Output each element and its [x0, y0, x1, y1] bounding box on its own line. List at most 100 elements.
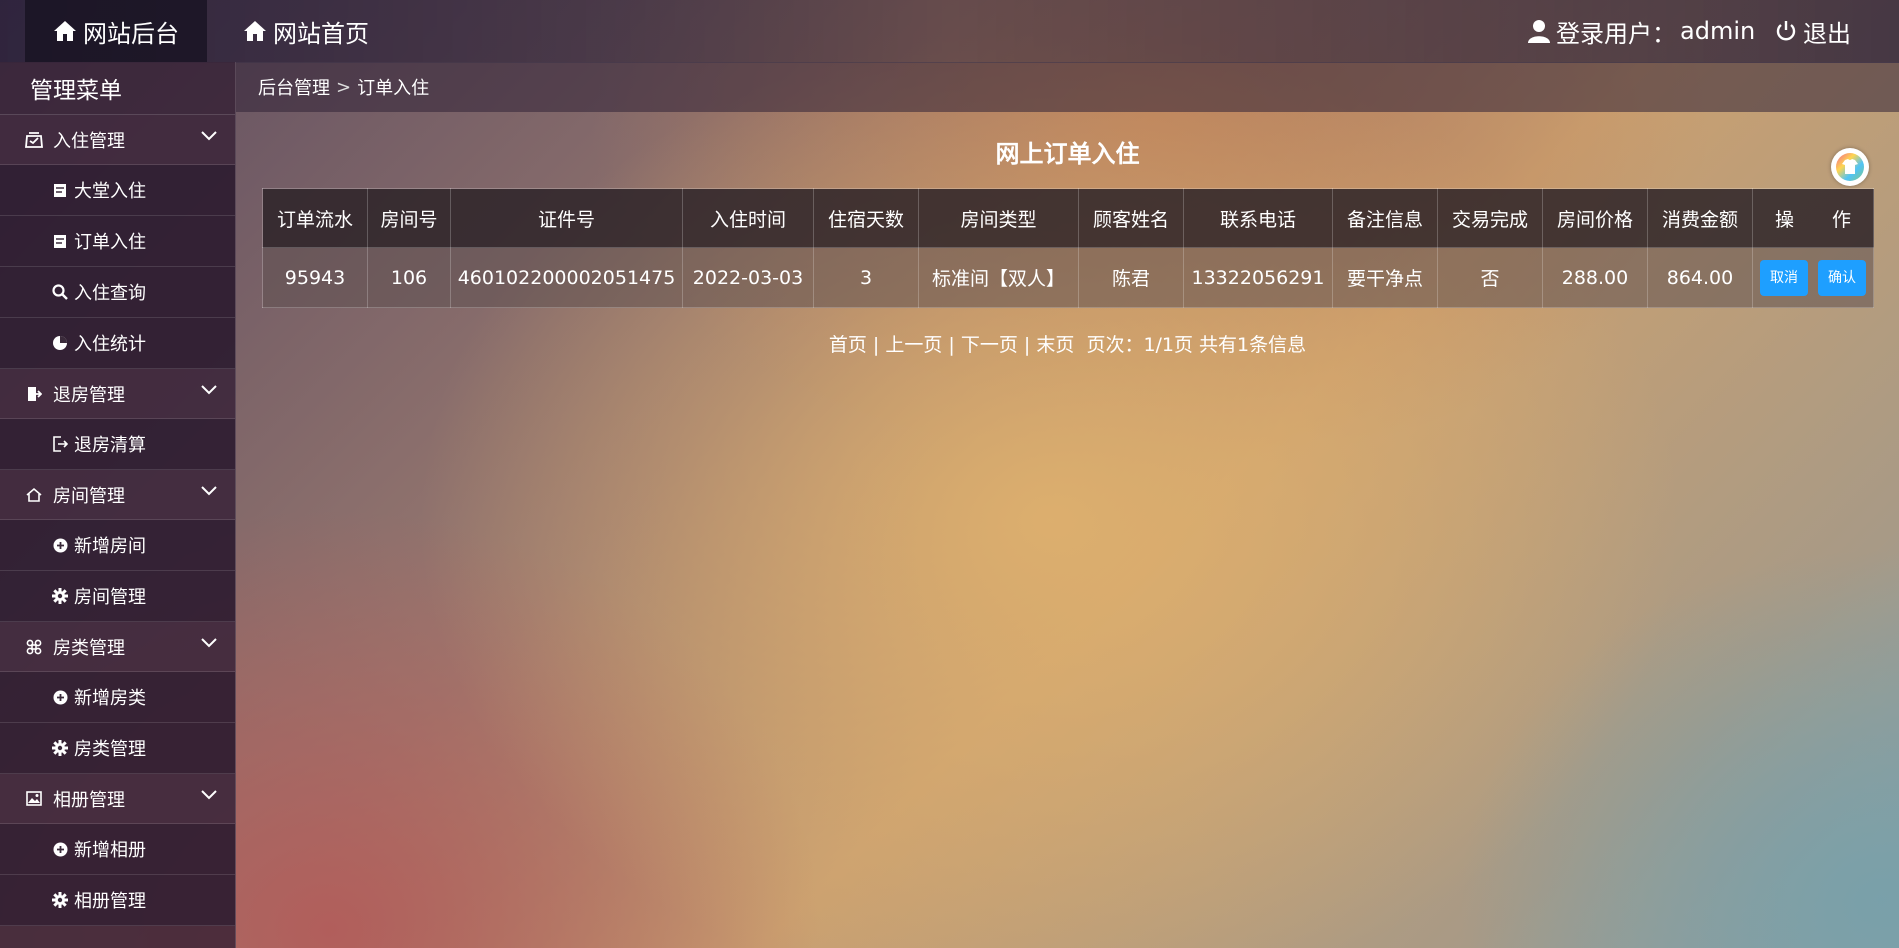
power-icon: [1776, 21, 1796, 41]
sidebar-item-add-room-type[interactable]: 新增房类: [0, 672, 235, 723]
sidebar-item-lobby-checkin[interactable]: 大堂入住: [0, 165, 235, 216]
sidebar-item-label: 相册管理: [74, 891, 146, 912]
pager-prev-link[interactable]: 上一页: [885, 334, 942, 356]
col-checkin-date: 入住时间: [682, 188, 814, 248]
col-id-no: 证件号: [450, 188, 683, 248]
sidebar-item-order-checkin[interactable]: 订单入住: [0, 216, 235, 267]
cell-id-no: 460102200002051475: [450, 247, 683, 308]
cell-phone: 13322056291: [1183, 247, 1333, 308]
sidebar-item-label: 退房清算: [74, 435, 146, 456]
chevron-down-icon: [201, 638, 217, 648]
sidebar-item-label: 新增房间: [74, 536, 146, 557]
sidebar-item-label: 大堂入住: [74, 181, 146, 202]
logout-button[interactable]: 退出: [1775, 0, 1851, 62]
sidebar-item-checkin-query[interactable]: 入住查询: [0, 267, 235, 318]
cell-nights: 3: [813, 247, 919, 308]
cell-amount: 864.00: [1647, 247, 1753, 308]
menu-group-albums[interactable]: 相册管理: [0, 774, 235, 824]
page-title: 网上订单入住: [995, 140, 1140, 168]
sidebar-item-manage-room-types[interactable]: 房类管理: [0, 723, 235, 774]
cell-room-type: 标准间【双人】: [918, 247, 1079, 308]
user-icon: [1528, 20, 1550, 43]
menu-group-label: 入住管理: [53, 130, 125, 152]
breadcrumb: 后台管理 > 订单入住: [236, 62, 1899, 112]
cell-completed: 否: [1437, 247, 1543, 308]
cell-room-no: 106: [367, 247, 451, 308]
chevron-down-icon: [201, 131, 217, 141]
chevron-down-icon: [201, 486, 217, 496]
inbox-icon: [25, 131, 43, 149]
nav-admin-home[interactable]: 网站后台: [25, 0, 207, 62]
col-order-no: 订单流水: [262, 188, 368, 248]
sidebar: 管理菜单 入住管理 大堂入住 订单入住 入住查询 入住统计 退房管理 退房清算 …: [0, 62, 236, 948]
picture-icon: [25, 790, 43, 808]
nav-admin-home-label: 网站后台: [83, 19, 179, 48]
document-icon: [52, 233, 68, 249]
search-icon: [52, 284, 68, 300]
house-icon: [25, 486, 43, 504]
col-actions: 操 作: [1752, 188, 1874, 248]
sidebar-item-add-album[interactable]: 新增相册: [0, 824, 235, 875]
cell-order-no: 95943: [262, 247, 368, 308]
col-amount: 消费金额: [1647, 188, 1753, 248]
sidebar-item-label: 入住查询: [74, 283, 146, 304]
menu-group-checkin[interactable]: 入住管理: [0, 115, 235, 165]
breadcrumb-separator: >: [336, 76, 352, 98]
sidebar-item-add-room[interactable]: 新增房间: [0, 520, 235, 571]
pager-last-link[interactable]: 末页: [1036, 334, 1074, 356]
sidebar-item-label: 入住统计: [74, 334, 146, 355]
nav-site-home[interactable]: 网站首页: [243, 0, 369, 62]
menu-group-label: 房类管理: [53, 637, 125, 659]
cancel-button[interactable]: 取消: [1759, 259, 1808, 296]
document-icon: [52, 182, 68, 198]
sidebar-item-label: 新增相册: [74, 840, 146, 861]
chevron-down-icon: [201, 790, 217, 800]
cell-guest-name: 陈君: [1078, 247, 1184, 308]
sidebar-item-checkout-settle[interactable]: 退房清算: [0, 419, 235, 470]
col-guest-name: 顾客姓名: [1078, 188, 1184, 248]
pager-first-link[interactable]: 首页: [829, 334, 867, 356]
pager-next-link[interactable]: 下一页: [961, 334, 1018, 356]
col-completed: 交易完成: [1437, 188, 1543, 248]
menu-group-room-types[interactable]: 房类管理: [0, 622, 235, 672]
tshirt-icon: [1836, 153, 1864, 181]
breadcrumb-current: 订单入住: [357, 78, 430, 99]
menu-title: 管理菜单: [0, 62, 235, 115]
col-nights: 住宿天数: [813, 188, 919, 248]
cell-checkin-date: 2022-03-03: [682, 247, 814, 308]
sidebar-item-label: 房间管理: [74, 587, 146, 608]
pager-divider: |: [1023, 334, 1031, 356]
menu-group-label: 房间管理: [53, 485, 125, 507]
col-room-type: 房间类型: [918, 188, 1079, 248]
gear-icon: [52, 740, 68, 756]
pie-chart-icon: [52, 335, 68, 351]
sidebar-item-checkin-stats[interactable]: 入住统计: [0, 318, 235, 369]
plus-circle-icon: [52, 537, 68, 553]
theme-switch-button[interactable]: [1831, 148, 1869, 186]
current-user: 登录用户： admin: [1528, 0, 1755, 62]
menu-group-rooms[interactable]: 房间管理: [0, 470, 235, 520]
sidebar-item-manage-albums[interactable]: 相册管理: [0, 875, 235, 926]
top-bar: 网站后台 网站首页 登录用户： admin 退出: [0, 0, 1899, 63]
sidebar-item-label: 新增房类: [74, 688, 146, 709]
gear-icon: [52, 588, 68, 604]
nav-site-home-label: 网站首页: [273, 19, 369, 48]
col-remarks: 备注信息: [1332, 188, 1438, 248]
logout-label: 退出: [1803, 19, 1851, 48]
menu-group-checkout[interactable]: 退房管理: [0, 369, 235, 419]
command-icon: [25, 638, 43, 656]
breadcrumb-root[interactable]: 后台管理: [258, 74, 330, 100]
sidebar-item-manage-rooms[interactable]: 房间管理: [0, 571, 235, 622]
cell-room-price: 288.00: [1542, 247, 1648, 308]
plus-circle-icon: [52, 689, 68, 705]
pager-info: 页次：1/1页 共有1条信息: [1086, 334, 1307, 356]
username: admin: [1680, 17, 1756, 45]
home-icon: [54, 21, 76, 41]
plus-circle-icon: [52, 841, 68, 857]
confirm-button[interactable]: 确认: [1818, 259, 1867, 296]
orders-table: 订单流水 房间号 证件号 入住时间 住宿天数 房间类型 顾客姓名 联系电话 备注…: [262, 188, 1874, 308]
cell-actions: 取消 确认: [1752, 247, 1874, 308]
home-icon: [244, 21, 266, 41]
pagination: 首页 | 上一页 | 下一页 | 末页 页次：1/1页 共有1条信息: [236, 330, 1899, 357]
col-phone: 联系电话: [1183, 188, 1333, 248]
